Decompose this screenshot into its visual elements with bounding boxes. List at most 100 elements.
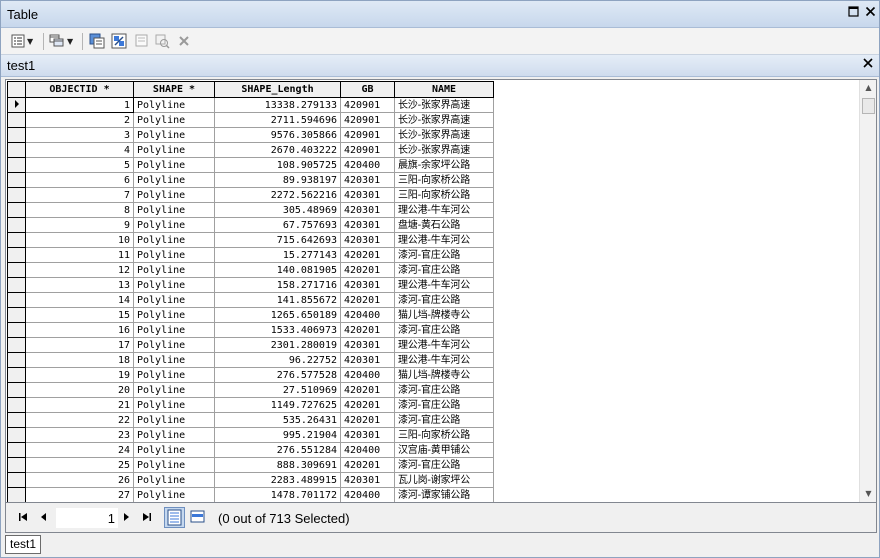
table-row[interactable]: 25 Polyline 888.309691 420201 漆河-官庄公路 — [7, 457, 494, 473]
row-selector[interactable] — [7, 262, 26, 278]
cell-gb[interactable]: 420201 — [340, 262, 395, 278]
cell-gb[interactable]: 420301 — [340, 202, 395, 218]
row-selector[interactable] — [7, 337, 26, 353]
cell-shape[interactable]: Polyline — [133, 487, 215, 502]
cell-name[interactable]: 漆河-官庄公路 — [394, 397, 494, 413]
row-selector[interactable] — [7, 412, 26, 428]
cell-objectid[interactable]: 6 — [25, 172, 134, 188]
cell-objectid[interactable]: 7 — [25, 187, 134, 203]
row-selector[interactable] — [7, 187, 26, 203]
table-row[interactable]: 10 Polyline 715.642693 420301 理公港-牛车河公 — [7, 232, 494, 248]
row-selector[interactable] — [7, 442, 26, 458]
cell-objectid[interactable]: 15 — [25, 307, 134, 323]
cell-shape-length[interactable]: 13338.279133 — [214, 97, 341, 113]
column-header-shape[interactable]: SHAPE * — [133, 81, 215, 98]
cell-objectid[interactable]: 22 — [25, 412, 134, 428]
cell-name[interactable]: 漆河-官庄公路 — [394, 292, 494, 308]
row-selector[interactable] — [7, 112, 26, 128]
cell-gb[interactable]: 420901 — [340, 112, 395, 128]
row-selector[interactable] — [7, 472, 26, 488]
cell-shape[interactable]: Polyline — [133, 367, 215, 383]
row-selector[interactable] — [7, 247, 26, 263]
first-record-icon[interactable] — [18, 512, 28, 526]
cell-shape[interactable]: Polyline — [133, 247, 215, 263]
cell-shape[interactable]: Polyline — [133, 172, 215, 188]
cell-objectid[interactable]: 13 — [25, 277, 134, 293]
cell-objectid[interactable]: 3 — [25, 127, 134, 143]
table-row[interactable]: 9 Polyline 67.757693 420301 盘塘-黄石公路 — [7, 217, 494, 233]
cell-objectid[interactable]: 27 — [25, 487, 134, 502]
delete-selected-button[interactable] — [178, 32, 190, 50]
cell-name[interactable]: 漆河-官庄公路 — [394, 262, 494, 278]
cell-shape-length[interactable]: 715.642693 — [214, 232, 341, 248]
cell-name[interactable]: 漆河-官庄公路 — [394, 382, 494, 398]
table-row[interactable]: 22 Polyline 535.26431 420201 漆河-官庄公路 — [7, 412, 494, 428]
cell-shape[interactable]: Polyline — [133, 217, 215, 233]
cell-objectid[interactable]: 10 — [25, 232, 134, 248]
row-selector[interactable] — [7, 217, 26, 233]
cell-shape[interactable]: Polyline — [133, 337, 215, 353]
cell-name[interactable]: 理公港-牛车河公 — [394, 202, 494, 218]
table-row[interactable]: 3 Polyline 9576.305866 420901 长沙-张家界高速 — [7, 127, 494, 143]
cell-name[interactable]: 猫儿垱-牌楼寺公 — [394, 307, 494, 323]
cell-objectid[interactable]: 21 — [25, 397, 134, 413]
cell-objectid[interactable]: 5 — [25, 157, 134, 173]
close-icon[interactable] — [863, 6, 877, 20]
table-row[interactable]: 18 Polyline 96.22752 420301 理公港-牛车河公 — [7, 352, 494, 368]
cell-shape[interactable]: Polyline — [133, 427, 215, 443]
cell-gb[interactable]: 420400 — [340, 367, 395, 383]
previous-record-icon[interactable] — [40, 512, 48, 526]
cell-shape-length[interactable]: 141.855672 — [214, 292, 341, 308]
table-row[interactable]: 13 Polyline 158.271716 420301 理公港-牛车河公 — [7, 277, 494, 293]
cell-shape-length[interactable]: 67.757693 — [214, 217, 341, 233]
cell-objectid[interactable]: 17 — [25, 337, 134, 353]
scroll-up-icon[interactable]: ▲ — [860, 80, 876, 96]
cell-shape[interactable]: Polyline — [133, 262, 215, 278]
table-row[interactable]: 8 Polyline 305.48969 420301 理公港-牛车河公 — [7, 202, 494, 218]
cell-shape-length[interactable]: 995.21904 — [214, 427, 341, 443]
cell-shape-length[interactable]: 15.277143 — [214, 247, 341, 263]
cell-gb[interactable]: 420201 — [340, 457, 395, 473]
row-selector[interactable] — [7, 322, 26, 338]
cell-shape-length[interactable]: 2670.403222 — [214, 142, 341, 158]
cell-shape-length[interactable]: 2301.280019 — [214, 337, 341, 353]
cell-shape[interactable]: Polyline — [133, 322, 215, 338]
cell-shape-length[interactable]: 1533.406973 — [214, 322, 341, 338]
cell-shape[interactable]: Polyline — [133, 352, 215, 368]
row-selector[interactable] — [7, 382, 26, 398]
cell-name[interactable]: 长沙-张家界高速 — [394, 142, 494, 158]
table-row[interactable]: 4 Polyline 2670.403222 420901 长沙-张家界高速 — [7, 142, 494, 158]
row-selector[interactable] — [7, 397, 26, 413]
cell-shape[interactable]: Polyline — [133, 97, 215, 113]
table-row[interactable]: 7 Polyline 2272.562216 420301 三阳-向家桥公路 — [7, 187, 494, 203]
current-row-indicator[interactable] — [7, 97, 26, 113]
cell-name[interactable]: 三阳-向家桥公路 — [394, 187, 494, 203]
cell-name[interactable]: 漆河-官庄公路 — [394, 247, 494, 263]
cell-shape[interactable]: Polyline — [133, 472, 215, 488]
row-selector[interactable] — [7, 307, 26, 323]
cell-gb[interactable]: 420301 — [340, 337, 395, 353]
cell-gb[interactable]: 420301 — [340, 187, 395, 203]
cell-shape-length[interactable]: 276.551284 — [214, 442, 341, 458]
row-selector[interactable] — [7, 457, 26, 473]
cell-shape[interactable]: Polyline — [133, 277, 215, 293]
next-record-icon[interactable] — [122, 512, 130, 526]
cell-gb[interactable]: 420201 — [340, 247, 395, 263]
select-all-corner[interactable] — [7, 81, 26, 98]
column-header-gb[interactable]: GB — [340, 81, 395, 98]
cell-shape-length[interactable]: 276.577528 — [214, 367, 341, 383]
cell-name[interactable]: 漆河-官庄公路 — [394, 412, 494, 428]
cell-shape-length[interactable]: 108.905725 — [214, 157, 341, 173]
cell-name[interactable]: 漆河-谭家铺公路 — [394, 487, 494, 502]
table-row[interactable]: 20 Polyline 27.510969 420201 漆河-官庄公路 — [7, 382, 494, 398]
clear-selection-button[interactable] — [135, 32, 149, 50]
select-by-attributes-button[interactable] — [89, 32, 105, 50]
table-row[interactable]: 11 Polyline 15.277143 420201 漆河-官庄公路 — [7, 247, 494, 263]
close-icon[interactable] — [863, 57, 873, 72]
cell-gb[interactable]: 420901 — [340, 142, 395, 158]
cell-objectid[interactable]: 9 — [25, 217, 134, 233]
cell-shape[interactable]: Polyline — [133, 292, 215, 308]
cell-name[interactable]: 三阳-向家桥公路 — [394, 427, 494, 443]
related-tables-button[interactable]: ▼ — [49, 32, 73, 50]
cell-name[interactable]: 汉宫庙-黄甲铺公 — [394, 442, 494, 458]
